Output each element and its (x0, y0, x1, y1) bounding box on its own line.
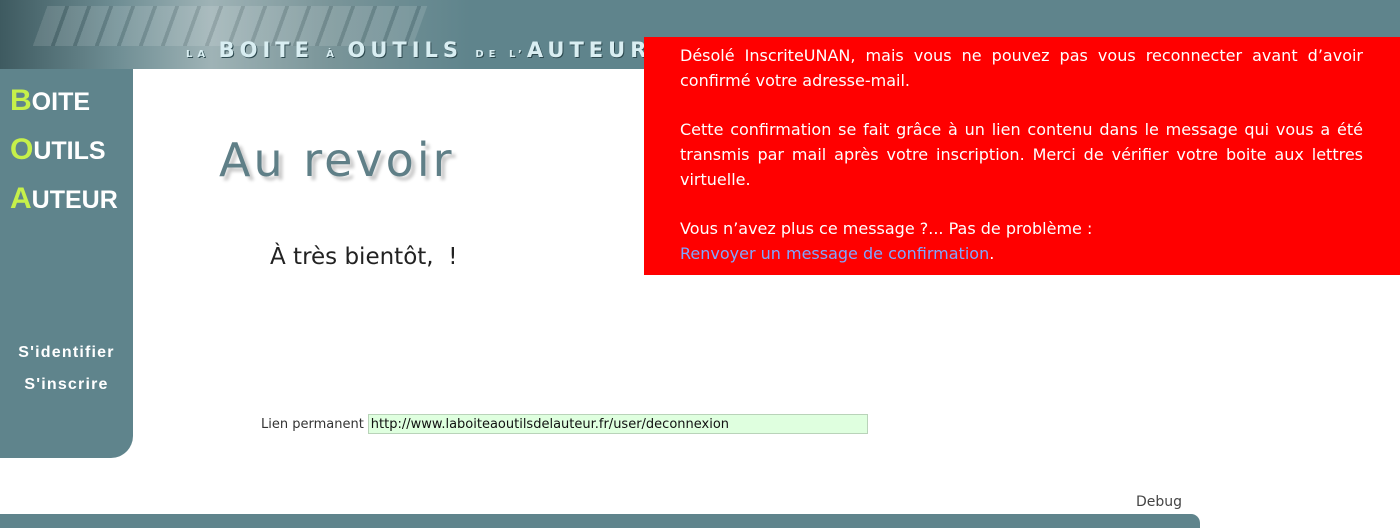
footer-bar (0, 514, 1200, 528)
site-title-part: AUTEUR (526, 38, 652, 62)
permalink-label: Lien permanent (261, 416, 364, 432)
signup-link[interactable]: S'inscrire (0, 369, 133, 401)
resend-confirmation-link[interactable]: Renvoyer un message de confirmation (680, 244, 989, 263)
site-title-part: DE L’ (475, 49, 527, 60)
alert-message: Désolé InscriteUNAN, mais vous ne pouvez… (680, 46, 1363, 90)
debug-link[interactable]: Debug (1136, 494, 1182, 510)
permalink-row: Lien permanent (261, 414, 868, 434)
logo-line-outils: OUTILS (10, 133, 106, 166)
site-title-part: À (326, 49, 348, 60)
login-link[interactable]: S'identifier (0, 337, 133, 369)
alert-link-suffix: . (989, 244, 995, 263)
farewell-message: À très bientôt, ! (270, 244, 458, 270)
error-alert: Désolé InscriteUNAN, mais vous ne pouvez… (644, 37, 1400, 275)
sidebar-nav: S'identifier S'inscrire (0, 337, 133, 401)
page-title: Au revoir (219, 133, 455, 187)
site-title-part: BOITE (218, 38, 327, 62)
logo-line-auteur: AUTEUR (10, 182, 118, 215)
site-logo[interactable]: BOITE OUTILS AUTEUR (10, 77, 118, 224)
site-title-part: OUTILS (347, 38, 476, 62)
permalink-field[interactable] (367, 414, 868, 434)
alert-explanation: Cette confirmation se fait grâce à un li… (680, 120, 1363, 189)
logo-line-boite: BOITE (10, 84, 91, 117)
site-title-part: LA (186, 49, 219, 60)
site-title[interactable]: LA BOITE À OUTILS DE L’AUTEUR (186, 38, 651, 68)
alert-question: Vous n’avez plus ce message ?... Pas de … (680, 219, 1093, 238)
sidebar: BOITE OUTILS AUTEUR S'identifier S'inscr… (0, 69, 133, 458)
alert-resend-block: Vous n’avez plus ce message ?... Pas de … (680, 216, 1363, 266)
